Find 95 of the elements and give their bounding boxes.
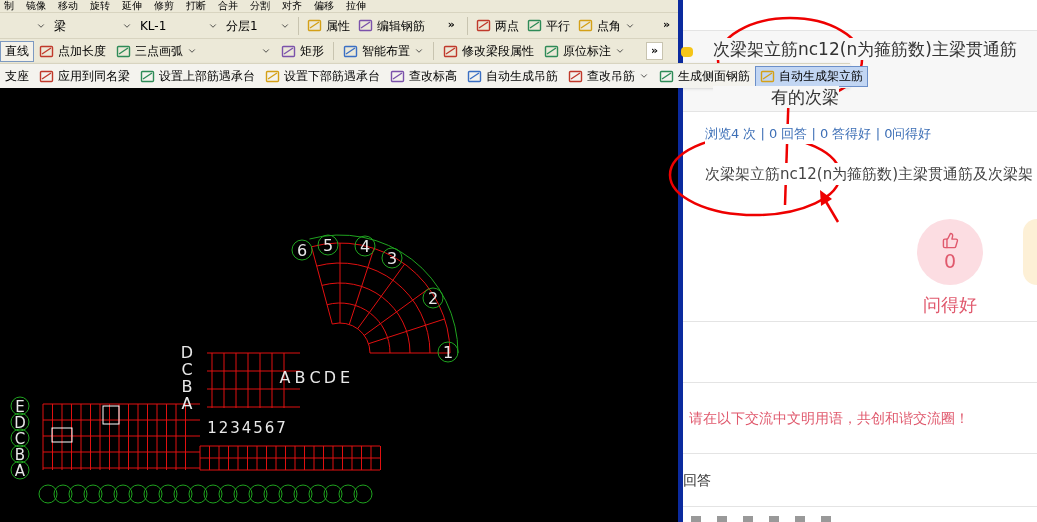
- question-stats: 浏览4 次 | 0 回答 | 0 答得好 | 0问得好: [705, 124, 932, 144]
- axis-label: 1: [207, 419, 217, 437]
- toolbar-button[interactable]: 自动生成吊筋: [462, 65, 563, 87]
- editor-tool-icon[interactable]: [795, 516, 805, 522]
- toolbar-button[interactable]: 支座: [0, 65, 34, 87]
- toolbar-button[interactable]: 对齐: [282, 0, 302, 12]
- tool-icon: [577, 18, 593, 33]
- thumbs-up-icon: [941, 231, 959, 249]
- toolbar-button[interactable]: 分割: [250, 0, 270, 12]
- tool-icon: [358, 18, 373, 33]
- axis-label: A: [181, 394, 193, 413]
- toolbar-button[interactable]: 三点画弧: [111, 40, 202, 62]
- toolbar-button[interactable]: 查改标高: [385, 65, 462, 87]
- axis-label: D: [180, 343, 194, 362]
- toolbar-button[interactable]: 偏移: [314, 0, 334, 12]
- tool-icon: [443, 43, 458, 59]
- tool-icon: [265, 68, 280, 84]
- toolbar-button[interactable]: 点加长度: [34, 40, 111, 62]
- axis-label: D: [323, 368, 337, 387]
- axis-label: B: [14, 446, 26, 464]
- overflow-button[interactable]: »: [447, 17, 455, 34]
- folder-icon: [681, 47, 693, 57]
- axis-label: C: [309, 368, 321, 387]
- axis-bubble: 1: [437, 341, 459, 363]
- toolbar-button[interactable]: 应用到同名梁: [34, 65, 135, 87]
- tool-icon: [467, 68, 482, 84]
- tool-icon: [343, 43, 358, 59]
- tool-icon: [475, 18, 491, 33]
- caret-icon: [615, 46, 625, 56]
- editor-tool-icon[interactable]: [717, 516, 727, 522]
- toolbar-button[interactable]: 设置下部筋遇承台: [260, 65, 385, 87]
- tool-icon: [526, 18, 542, 33]
- axis-bubble: 2: [422, 287, 444, 309]
- toolbar-button[interactable]: 平行: [522, 16, 574, 35]
- axis-label: 3: [230, 419, 240, 437]
- axis-label: B: [294, 368, 306, 387]
- axis-label: C: [181, 360, 193, 379]
- axis-label: B: [181, 377, 193, 396]
- editor-tool-icon[interactable]: [743, 516, 753, 522]
- toolbar-button[interactable]: 旋转: [90, 0, 110, 12]
- axis-label: A: [14, 462, 26, 480]
- tool-icon: [39, 68, 54, 84]
- axis-label: E: [15, 398, 25, 416]
- axis-label: 7: [276, 419, 286, 437]
- toolbar-button[interactable]: 原位标注: [539, 40, 630, 62]
- axis-label: 6: [264, 419, 275, 437]
- tool-icon: [568, 68, 583, 84]
- toolbar-button[interactable]: 延伸: [122, 0, 142, 12]
- axis-bubble: 3: [381, 247, 403, 269]
- toolbar-button[interactable]: 设置上部筋遇承台: [135, 65, 260, 87]
- axis-label: C: [14, 430, 26, 448]
- toolbar-button[interactable]: 编辑钢筋: [354, 16, 429, 35]
- toolbar-button[interactable]: 属性: [303, 16, 354, 35]
- axis-label: 5: [253, 419, 263, 437]
- axis-label: 4: [241, 419, 252, 437]
- toolbar-button[interactable]: 移动: [58, 0, 78, 12]
- toolbar-button[interactable]: 查改吊筋: [563, 65, 654, 87]
- tool-icon: [544, 43, 559, 59]
- tool-icon: [116, 43, 131, 59]
- tool-icon: [140, 68, 155, 84]
- editor-tool-icon[interactable]: [691, 516, 701, 522]
- toolbar-button[interactable]: 点角: [573, 16, 639, 35]
- axis-label: 2: [218, 419, 229, 437]
- tool-icon: [307, 18, 322, 33]
- toolbar-button[interactable]: 拉伸: [346, 0, 366, 12]
- axis-label: E: [339, 368, 351, 387]
- tool-icon: [39, 43, 54, 59]
- toolbar-button[interactable]: 合并: [218, 0, 238, 12]
- tool-icon: [390, 68, 405, 84]
- tool-icon: [659, 68, 674, 84]
- question-body: 次梁架立筋nc12(n为箍筋数)主梁贯通筋及次梁架: [705, 162, 1034, 185]
- caret-icon: [187, 46, 197, 56]
- overflow-button[interactable]: »: [646, 41, 664, 61]
- toolbar-button[interactable]: 两点: [471, 16, 523, 35]
- editor-tool-icon[interactable]: [821, 516, 831, 522]
- overflow-button[interactable]: »: [662, 17, 670, 34]
- caret-icon: [261, 46, 271, 56]
- toolbar-button[interactable]: 制: [4, 0, 14, 12]
- caret-icon: [414, 46, 424, 56]
- editor-tool-icon[interactable]: [769, 516, 779, 522]
- toolbar-button[interactable]: 智能布置: [338, 40, 429, 62]
- tool-icon: [281, 43, 296, 59]
- axis-label: D: [14, 414, 26, 432]
- notice-text: 请在以下交流中文明用语，共创和谐交流圈！: [689, 408, 969, 428]
- toolbar-button[interactable]: 打断: [186, 0, 206, 12]
- axis-label: A: [279, 368, 291, 387]
- toolbar-button[interactable]: 修剪: [154, 0, 174, 12]
- toolbar-button[interactable]: 镜像: [26, 0, 46, 12]
- like-label: 问得好: [923, 293, 977, 317]
- axis-bubble: 6: [291, 239, 313, 261]
- answers-heading: 回答: [683, 470, 711, 490]
- toolbar-button[interactable]: 修改梁段属性: [438, 40, 539, 62]
- toolbar-button[interactable]: 矩形: [276, 40, 329, 62]
- toolbar-button[interactable]: 直线: [0, 40, 34, 62]
- annotation-arrow: [820, 190, 840, 223]
